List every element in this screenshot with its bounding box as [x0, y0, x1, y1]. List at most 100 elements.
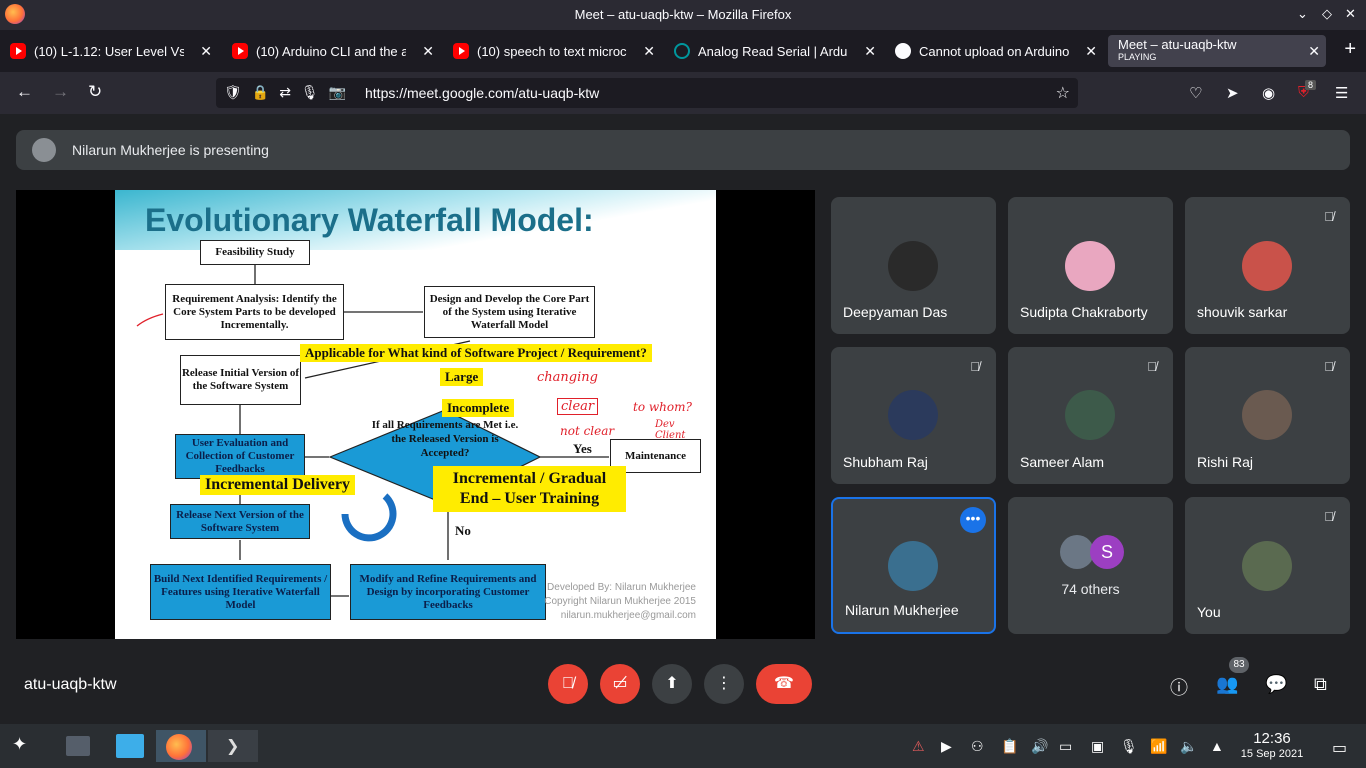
- credit-line: Developed By: Nilarun Mukherjee: [547, 582, 696, 593]
- mic-off-icon: 🎙̸: [562, 675, 574, 692]
- participant-avatar: [1242, 390, 1292, 440]
- participant-tile-self[interactable]: 🎙̸ You: [1185, 497, 1350, 634]
- menu-icon[interactable]: ☰: [1335, 84, 1348, 102]
- tab-youtube-2[interactable]: (10) Arduino CLI and the a ✕: [222, 35, 440, 67]
- tab-youtube-1[interactable]: (10) L-1.12: User Level Vs K ✕: [0, 35, 218, 67]
- tab-arduino[interactable]: Analog Read Serial | Ardu ✕: [664, 35, 882, 67]
- clock-date[interactable]: 15 Sep 2021: [1232, 748, 1312, 760]
- close-tab-icon[interactable]: ✕: [422, 43, 434, 60]
- presenter-avatar: [32, 138, 56, 162]
- youtube-icon: [232, 43, 248, 59]
- others-count: 74 others: [1061, 581, 1120, 597]
- close-tab-icon[interactable]: ✕: [1308, 43, 1320, 60]
- present-button[interactable]: ⬆: [652, 664, 692, 704]
- applicable-highlight: Applicable for What kind of Software Pro…: [300, 344, 652, 362]
- media-player-icon[interactable]: ▶: [941, 738, 952, 755]
- speaker-icon[interactable]: 🔈: [1180, 738, 1197, 755]
- maximize-icon[interactable]: ◇: [1322, 6, 1332, 22]
- bookmark-star-icon[interactable]: ☆: [1056, 83, 1070, 103]
- microphone-icon[interactable]: 🎙: [1120, 738, 1138, 755]
- show-desktop-icon[interactable]: ▭: [1332, 738, 1347, 758]
- meeting-code: atu-uaqb-ktw: [24, 676, 117, 693]
- large-highlight: Large: [440, 368, 484, 386]
- close-tab-icon[interactable]: ✕: [200, 43, 212, 60]
- github-icon: [895, 43, 911, 59]
- participant-name: Sameer Alam: [1020, 454, 1105, 470]
- notification-icon[interactable]: ⚠: [912, 738, 925, 755]
- people-icon[interactable]: 👥: [1216, 674, 1238, 695]
- mic-off-icon: 🎙̸: [1324, 509, 1334, 524]
- others-tile[interactable]: S 74 others: [1008, 497, 1173, 634]
- chat-icon[interactable]: 💬: [1265, 674, 1287, 695]
- participant-avatar: [888, 390, 938, 440]
- participant-tile-presenter[interactable]: ••• Nilarun Mukherjee: [831, 497, 996, 634]
- url-text[interactable]: https://meet.google.com/atu-uaqb-ktw: [365, 85, 599, 101]
- participant-name: shouvik sarkar: [1197, 304, 1288, 320]
- participant-tile[interactable]: Sudipta Chakraborty: [1008, 197, 1173, 334]
- tab-label: (10) Arduino CLI and the a: [256, 43, 406, 59]
- close-window-icon[interactable]: ✕: [1345, 6, 1356, 22]
- window-title: Meet – atu-uaqb-ktw – Mozilla Firefox: [574, 7, 792, 22]
- hang-up-icon: ☎: [774, 675, 794, 692]
- clipboard-icon[interactable]: 📋: [1001, 738, 1018, 755]
- people-count-badge: 83: [1229, 657, 1249, 673]
- firefox-icon: [166, 734, 192, 760]
- firefox-taskbar-icon[interactable]: [156, 730, 206, 762]
- taskbar: ✦ ❯ ⚠ ▶ ⚇ 📋 🔊 ▭ ▣ 🎙 📶 🔈 ▲ 12:36 15 Sep 2…: [0, 724, 1366, 768]
- slide: Evolutionary Waterfall Model: Feasibilit…: [115, 190, 716, 639]
- forward-icon[interactable]: →: [52, 82, 69, 102]
- reload-icon[interactable]: ↻: [88, 82, 102, 102]
- participant-tile[interactable]: 🎙̸ shouvik sarkar: [1185, 197, 1350, 334]
- settings-taskbar-icon[interactable]: [58, 730, 98, 762]
- participant-tile[interactable]: 🎙̸ Rishi Raj: [1185, 347, 1350, 484]
- youtube-icon: [453, 43, 469, 59]
- mask-extension-icon[interactable]: ◉: [1262, 84, 1275, 102]
- activities-icon[interactable]: ⧉: [1314, 674, 1327, 695]
- presentation-stage[interactable]: Evolutionary Waterfall Model: Feasibilit…: [16, 190, 815, 639]
- app-launcher-icon[interactable]: ✦: [12, 734, 27, 755]
- mic-toggle-button[interactable]: 🎙̸: [548, 664, 588, 704]
- tab-label: Cannot upload on Arduino: [919, 43, 1069, 59]
- files-taskbar-icon[interactable]: [110, 730, 150, 762]
- participant-tile[interactable]: 🎙̸ Sameer Alam: [1008, 347, 1173, 484]
- wifi-icon[interactable]: 📶: [1150, 738, 1167, 755]
- network-share-icon[interactable]: ⚇: [971, 738, 984, 755]
- more-options-button[interactable]: ⋮: [704, 664, 744, 704]
- battery-icon[interactable]: ▭: [1059, 738, 1072, 755]
- terminal-taskbar-icon[interactable]: ❯: [208, 730, 258, 762]
- close-tab-icon[interactable]: ✕: [643, 43, 655, 60]
- incremental-gradual-highlight: Incremental / Gradual End – User Trainin…: [433, 466, 626, 512]
- participant-tile[interactable]: 🎙̸ Shubham Raj: [831, 347, 996, 484]
- close-tab-icon[interactable]: ✕: [864, 43, 876, 60]
- meeting-details-icon[interactable]: ⓘ: [1170, 674, 1188, 700]
- folder-icon: [116, 734, 144, 758]
- tab-youtube-3[interactable]: (10) speech to text microc ✕: [443, 35, 661, 67]
- settings-icon: [66, 736, 90, 756]
- participant-tile[interactable]: Deepyaman Das: [831, 197, 996, 334]
- tab-bar: (10) L-1.12: User Level Vs K ✕ (10) Ardu…: [0, 30, 1366, 72]
- close-tab-icon[interactable]: ✕: [1085, 43, 1097, 60]
- tab-github[interactable]: Cannot upload on Arduino ✕: [885, 35, 1103, 67]
- participant-avatar: [1060, 535, 1094, 569]
- presenting-banner: Nilarun Mukherjee is presenting: [16, 130, 1350, 170]
- extension-arrow-icon[interactable]: ➤: [1226, 84, 1239, 102]
- participant-avatar: [888, 241, 938, 291]
- minimize-icon[interactable]: ⌄: [1297, 6, 1308, 22]
- back-icon[interactable]: ←: [16, 82, 33, 102]
- mic-off-icon: 🎙̸: [1324, 359, 1334, 374]
- leave-call-button[interactable]: ☎: [756, 664, 812, 704]
- tray-expand-icon[interactable]: ▲: [1210, 738, 1224, 754]
- camera-toggle-button[interactable]: ▭̸: [600, 664, 640, 704]
- ink-annotation-not-clear: not clear: [560, 424, 615, 438]
- new-tab-icon[interactable]: +: [1344, 38, 1356, 61]
- decision-text: If all Requirements are Met i.e. the Rel…: [371, 419, 519, 459]
- clock-time[interactable]: 12:36: [1236, 730, 1308, 747]
- volume-icon[interactable]: 🔊: [1031, 738, 1048, 755]
- more-options-icon[interactable]: •••: [960, 507, 986, 533]
- pocket-icon[interactable]: ♡: [1189, 84, 1202, 102]
- site-permission-icons[interactable]: 🛡🔒⇄🎙📷: [224, 84, 356, 101]
- tab-meet[interactable]: Meet – atu-uaqb-ktw PLAYING ✕: [1108, 35, 1326, 67]
- design-core-box: Design and Develop the Core Part of the …: [424, 286, 595, 338]
- device-icon[interactable]: ▣: [1091, 738, 1104, 755]
- url-bar[interactable]: 🛡🔒⇄🎙📷 https://meet.google.com/atu-uaqb-k…: [216, 78, 1078, 108]
